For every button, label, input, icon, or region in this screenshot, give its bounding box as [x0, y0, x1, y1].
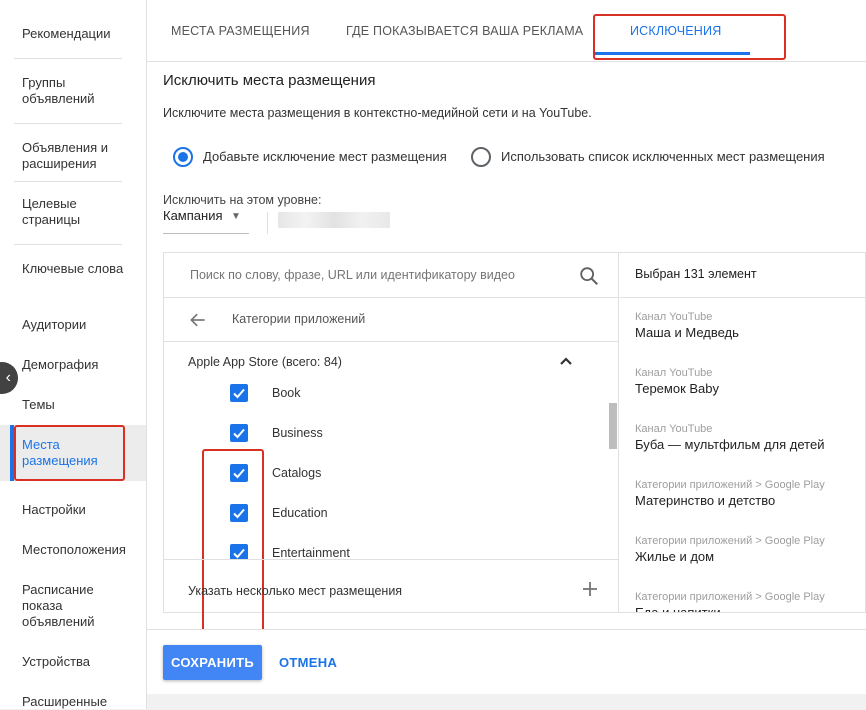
divider — [164, 297, 619, 298]
placement-picker: Категории приложений Apple App Store (вс… — [163, 252, 866, 635]
search-icon[interactable] — [578, 265, 600, 287]
exclusion-level-value: Кампания — [163, 208, 223, 223]
sidebar-item-recommendations[interactable]: Рекомендации — [22, 26, 137, 42]
dropdown-arrow-icon: ▼ — [231, 211, 241, 222]
sidebar-item-audiences[interactable]: Аудитории — [22, 317, 137, 333]
divider — [267, 212, 268, 234]
exclusion-level-label: Исключить на этом уровне: — [163, 193, 322, 207]
selected-item[interactable]: Категории приложений > Google Play Еда и… — [635, 591, 865, 612]
list-item-label: Business — [272, 426, 323, 440]
picker-browse-column: Категории приложений Apple App Store (вс… — [164, 253, 619, 635]
divider — [164, 341, 619, 342]
list-item[interactable]: Book — [164, 381, 604, 421]
cancel-button[interactable]: ОТМЕНА — [272, 645, 344, 680]
search-input[interactable] — [188, 265, 568, 285]
selected-item[interactable]: Канал YouTube Теремок Baby — [635, 367, 865, 397]
checkbox[interactable] — [230, 424, 248, 442]
exclusion-level-select[interactable]: Кампания ▼ — [163, 208, 249, 234]
section-title: Исключить места размещения — [163, 72, 376, 89]
sidebar-item-landing-pages[interactable]: Целевые страницы — [22, 196, 137, 228]
highlight-box-exclusions-tab — [593, 14, 786, 60]
chevron-up-icon[interactable] — [558, 353, 574, 369]
divider — [620, 297, 865, 298]
radio-use-exclusion-list-label[interactable]: Использовать список исключенных мест раз… — [501, 149, 825, 164]
checkbox[interactable] — [230, 384, 248, 402]
radio-add-exclusion-label[interactable]: Добавьте исключение мест размещения — [203, 149, 447, 164]
selected-item-type: Категории приложений > Google Play — [635, 535, 825, 547]
check-icon — [233, 388, 245, 399]
selected-item-name: Материнство и детство — [635, 493, 776, 508]
selected-item-name: Маша и Медведь — [635, 325, 739, 340]
sidebar-item-advanced[interactable]: Расширенные — [22, 694, 137, 710]
sidebar-item-settings[interactable]: Настройки — [22, 502, 137, 518]
sidebar-item-ad-groups[interactable]: Группы объявлений — [22, 75, 137, 107]
selected-item[interactable]: Канал YouTube Буба — мультфильм для дете… — [635, 423, 865, 453]
selected-item-name: Буба — мультфильм для детей — [635, 437, 825, 452]
sidebar-item-ad-schedule[interactable]: Расписание показа объявлений — [22, 582, 122, 630]
sidebar: Рекомендации Группы объявлений Объявлени… — [0, 0, 147, 709]
selected-item-name: Еда и напитки — [635, 604, 865, 612]
plus-icon[interactable] — [580, 579, 600, 599]
tab-placements[interactable]: МЕСТА РАЗМЕЩЕНИЯ — [171, 24, 310, 38]
sidebar-item-ads-extensions[interactable]: Объявления и расширения — [22, 140, 137, 172]
sidebar-item-devices[interactable]: Устройства — [22, 654, 137, 670]
list-item-label: Book — [272, 386, 301, 400]
check-icon — [233, 428, 245, 439]
radio-use-exclusion-list[interactable] — [471, 147, 491, 167]
selected-placements-column: Выбран 131 элемент Канал YouTube Маша и … — [620, 253, 865, 612]
sidebar-item-topics[interactable]: Темы — [22, 397, 137, 413]
selected-item-type: Канал YouTube — [635, 367, 713, 379]
action-footer: СОХРАНИТЬ ОТМЕНА — [147, 629, 866, 694]
list-item-label: Catalogs — [272, 466, 322, 480]
group-header[interactable]: Apple App Store (всего: 84) — [188, 355, 342, 369]
sidebar-divider — [14, 58, 122, 59]
selected-item-name: Теремок Baby — [635, 381, 719, 396]
sidebar-divider — [14, 123, 122, 124]
selected-item-type: Категории приложений > Google Play — [635, 591, 825, 603]
add-multiple-placements-label[interactable]: Указать несколько мест размещения — [188, 584, 402, 598]
selected-item[interactable]: Канал YouTube Маша и Медведь — [635, 311, 865, 341]
campaign-name-redacted — [278, 212, 390, 228]
breadcrumb: Категории приложений — [232, 312, 366, 326]
selected-item-name: Жилье и дом — [635, 549, 715, 564]
tab-where-ads-showed[interactable]: ГДЕ ПОКАЗЫВАЕТСЯ ВАША РЕКЛАМА — [346, 24, 583, 38]
exclusions-panel: Исключить места размещения Исключите мес… — [147, 62, 866, 635]
selected-item[interactable]: Категории приложений > Google Play Жилье… — [635, 535, 865, 565]
sidebar-divider — [14, 244, 122, 245]
scrollbar-thumb[interactable] — [609, 403, 617, 449]
chevron-left-icon: ‹ — [5, 369, 11, 386]
divider — [164, 559, 619, 560]
sidebar-divider — [14, 181, 122, 182]
sidebar-item-keywords[interactable]: Ключевые слова — [22, 261, 137, 277]
selected-item-type: Категории приложений > Google Play — [635, 479, 825, 491]
highlight-box-checkboxes — [202, 449, 264, 635]
sidebar-item-locations[interactable]: Местоположения — [22, 542, 137, 558]
back-arrow-icon[interactable] — [188, 310, 208, 330]
sidebar-item-demographics[interactable]: Демография — [22, 357, 137, 373]
section-description: Исключите места размещения в контекстно-… — [163, 106, 592, 120]
save-button[interactable]: СОХРАНИТЬ — [163, 645, 262, 680]
radio-add-exclusion[interactable] — [173, 147, 193, 167]
tab-bar: МЕСТА РАЗМЕЩЕНИЯ ГДЕ ПОКАЗЫВАЕТСЯ ВАША Р… — [147, 0, 866, 62]
highlight-box-placements — [14, 425, 125, 481]
selected-item-type: Канал YouTube — [635, 311, 713, 323]
list-item-label: Education — [272, 506, 328, 520]
selected-count: Выбран 131 элемент — [635, 267, 757, 281]
list-item-label: Entertainment — [272, 546, 350, 559]
selected-item-type: Канал YouTube — [635, 423, 713, 435]
selected-item[interactable]: Категории приложений > Google Play Матер… — [635, 479, 865, 509]
